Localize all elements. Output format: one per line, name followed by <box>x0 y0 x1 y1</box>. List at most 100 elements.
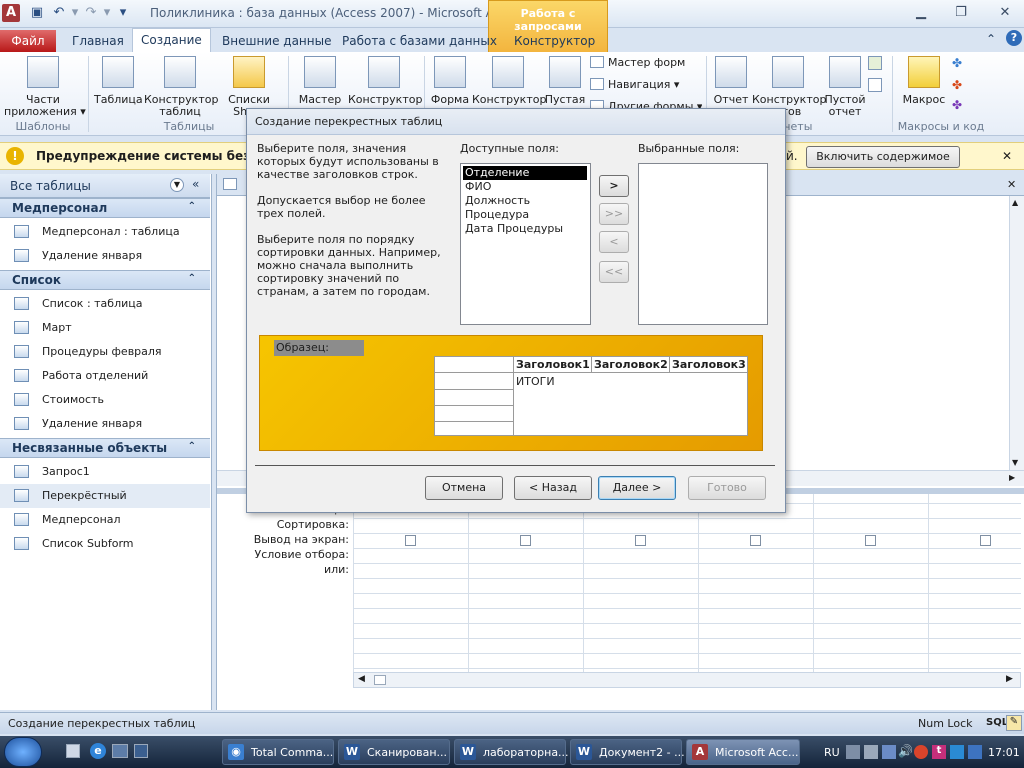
nav-item[interactable]: Медперсонал : таблица <box>0 220 210 244</box>
nav-item[interactable]: Удаление января <box>0 412 210 436</box>
close-document-icon[interactable]: ✕ <box>1007 178 1016 191</box>
report-wizard-icon[interactable] <box>868 56 882 70</box>
minimize-icon[interactable]: ▁ <box>910 4 932 22</box>
scroll-up-icon[interactable]: ▲ <box>1012 198 1018 207</box>
blank-form-button[interactable]: Пустая <box>544 56 586 106</box>
quicklaunch-icon[interactable] <box>134 744 148 758</box>
nav-item[interactable]: Медперсонал <box>0 508 210 532</box>
nav-group-header[interactable]: Список ⌃ <box>0 270 210 290</box>
move-one-right-button[interactable]: > <box>599 175 629 197</box>
navigation-button[interactable]: Навигация ▾ <box>590 78 679 91</box>
collapse-group-icon[interactable]: ⌃ <box>188 441 196 452</box>
cancel-button[interactable]: Отмена <box>425 476 503 500</box>
blank-report-button[interactable]: Пустой отчет <box>824 56 866 118</box>
sql-view-button[interactable]: SQL <box>986 717 1008 728</box>
tab-create[interactable]: Создание <box>132 28 211 52</box>
taskbar-app-button[interactable]: W Сканирован... <box>338 739 450 765</box>
tray-icon[interactable] <box>864 745 878 759</box>
nav-pane-header[interactable]: Все таблицы ▼ « <box>0 174 210 198</box>
ribbon-collapse-icon[interactable]: ⌃ <box>986 32 1000 46</box>
show-desktop-icon[interactable] <box>66 744 80 758</box>
nav-item[interactable]: Запрос1 <box>0 460 210 484</box>
quicklaunch-icon[interactable] <box>112 744 128 758</box>
tab-home[interactable]: Главная <box>64 30 132 52</box>
labels-icon[interactable] <box>868 78 882 92</box>
nav-item[interactable]: Список : таблица <box>0 292 210 316</box>
grid-scroll-right-icon[interactable]: ▶ <box>1006 674 1013 684</box>
other-forms-button[interactable]: Другие формы ▾ <box>590 100 702 108</box>
tray-icon[interactable] <box>950 745 964 759</box>
taskbar-app-button[interactable]: Wлабораторна... <box>454 739 569 765</box>
help-icon[interactable]: ? <box>1006 30 1022 46</box>
customize-qat-icon[interactable]: ▾ <box>114 4 132 22</box>
table-designer-button[interactable]: Конструктор таблиц <box>144 56 218 118</box>
available-field-item[interactable]: Должность <box>463 194 587 208</box>
vertical-scrollbar[interactable]: ▲ ▼ <box>1009 196 1024 470</box>
enable-content-button[interactable]: Включить содержимое <box>806 146 960 168</box>
tray-icon[interactable]: t <box>932 745 946 759</box>
taskbar-app-button[interactable]: ◉ Total Comma... <box>222 739 334 765</box>
module-icon[interactable]: ✤ <box>952 56 966 70</box>
tab-database-tools[interactable]: Работа с базами данных <box>334 30 505 52</box>
next-button[interactable]: Далее > <box>598 476 676 500</box>
collapse-group-icon[interactable]: ⌃ <box>188 273 196 284</box>
back-button[interactable]: < Назад <box>514 476 592 500</box>
report-button[interactable]: Отчет <box>710 56 752 106</box>
opera-icon[interactable] <box>914 745 928 759</box>
form-wizard-button[interactable]: Мастер форм <box>590 56 685 69</box>
nav-item[interactable]: Список Subform <box>0 532 210 556</box>
collapse-group-icon[interactable]: ⌃ <box>188 201 196 212</box>
nav-group-header[interactable]: Несвязанные объекты ⌃ <box>0 438 210 458</box>
show-checkbox[interactable] <box>520 535 531 546</box>
query-designer-button[interactable]: Конструктор <box>348 56 422 106</box>
move-all-left-button[interactable]: << <box>599 261 629 283</box>
show-checkbox[interactable] <box>980 535 991 546</box>
tab-external-data[interactable]: Внешние данные <box>214 30 339 52</box>
tab-designer[interactable]: Конструктор <box>506 30 603 52</box>
nav-pane-collapse-icon[interactable]: « <box>192 177 199 191</box>
language-indicator[interactable]: RU <box>824 746 840 759</box>
macro-button[interactable]: Макрос <box>898 56 950 106</box>
nav-item[interactable]: Март <box>0 316 210 340</box>
show-checkbox[interactable] <box>405 535 416 546</box>
internet-explorer-icon[interactable]: e <box>90 743 106 759</box>
show-checkbox[interactable] <box>750 535 761 546</box>
taskbar-app-button[interactable]: A Microsoft Acc... <box>686 739 800 765</box>
available-field-item[interactable]: Процедура <box>463 208 587 222</box>
scroll-right-icon[interactable]: ▶ <box>1009 473 1015 482</box>
available-field-item[interactable]: Отделение <box>463 166 587 180</box>
tray-icon[interactable] <box>968 745 982 759</box>
close-warning-icon[interactable]: ✕ <box>1002 149 1012 163</box>
nav-item[interactable]: Удаление января <box>0 244 210 268</box>
design-view-icon[interactable]: ✎ <box>1006 715 1022 731</box>
restore-icon[interactable]: ❐ <box>950 4 972 22</box>
nav-item[interactable]: Перекрёстный <box>0 484 210 508</box>
nav-item[interactable]: Процедуры февраля <box>0 340 210 364</box>
query-tab-icon[interactable] <box>223 178 237 190</box>
grid-scroll-thumb[interactable] <box>374 675 386 685</box>
network-icon[interactable] <box>882 745 896 759</box>
form-designer-button[interactable]: Конструктор <box>472 56 546 106</box>
nav-item[interactable]: Стоимость <box>0 388 210 412</box>
save-icon[interactable]: ▣ <box>28 4 46 22</box>
available-field-item[interactable]: Дата Процедуры <box>463 222 587 236</box>
move-one-left-button[interactable]: < <box>599 231 629 253</box>
show-checkbox[interactable] <box>635 535 646 546</box>
grid-scroll-left-icon[interactable]: ◀ <box>358 674 365 684</box>
taskbar-app-button[interactable]: W Документ2 - ... <box>570 739 685 765</box>
start-button[interactable] <box>4 737 42 767</box>
table-button[interactable]: Таблица <box>94 56 143 106</box>
available-fields-list[interactable]: Отделение ФИО Должность Процедура Дата Проце… <box>460 163 591 325</box>
grid-horizontal-scrollbar[interactable]: ◀ ▶ <box>353 672 1021 688</box>
nav-group-header[interactable]: Медперсонал ⌃ <box>0 198 210 218</box>
nav-menu-dropdown-icon[interactable]: ▼ <box>170 178 184 192</box>
form-button[interactable]: Форма <box>430 56 470 106</box>
app-parts-button[interactable]: Части приложения ▾ <box>4 56 86 118</box>
show-checkbox[interactable] <box>865 535 876 546</box>
tab-file[interactable]: Файл <box>0 30 56 52</box>
class-module-icon[interactable]: ✤ <box>952 78 966 92</box>
query-wizard-button[interactable]: Мастер <box>294 56 346 106</box>
close-icon[interactable]: ✕ <box>994 4 1016 22</box>
selected-fields-list[interactable] <box>638 163 768 325</box>
clock[interactable]: 17:01 <box>988 746 1020 759</box>
